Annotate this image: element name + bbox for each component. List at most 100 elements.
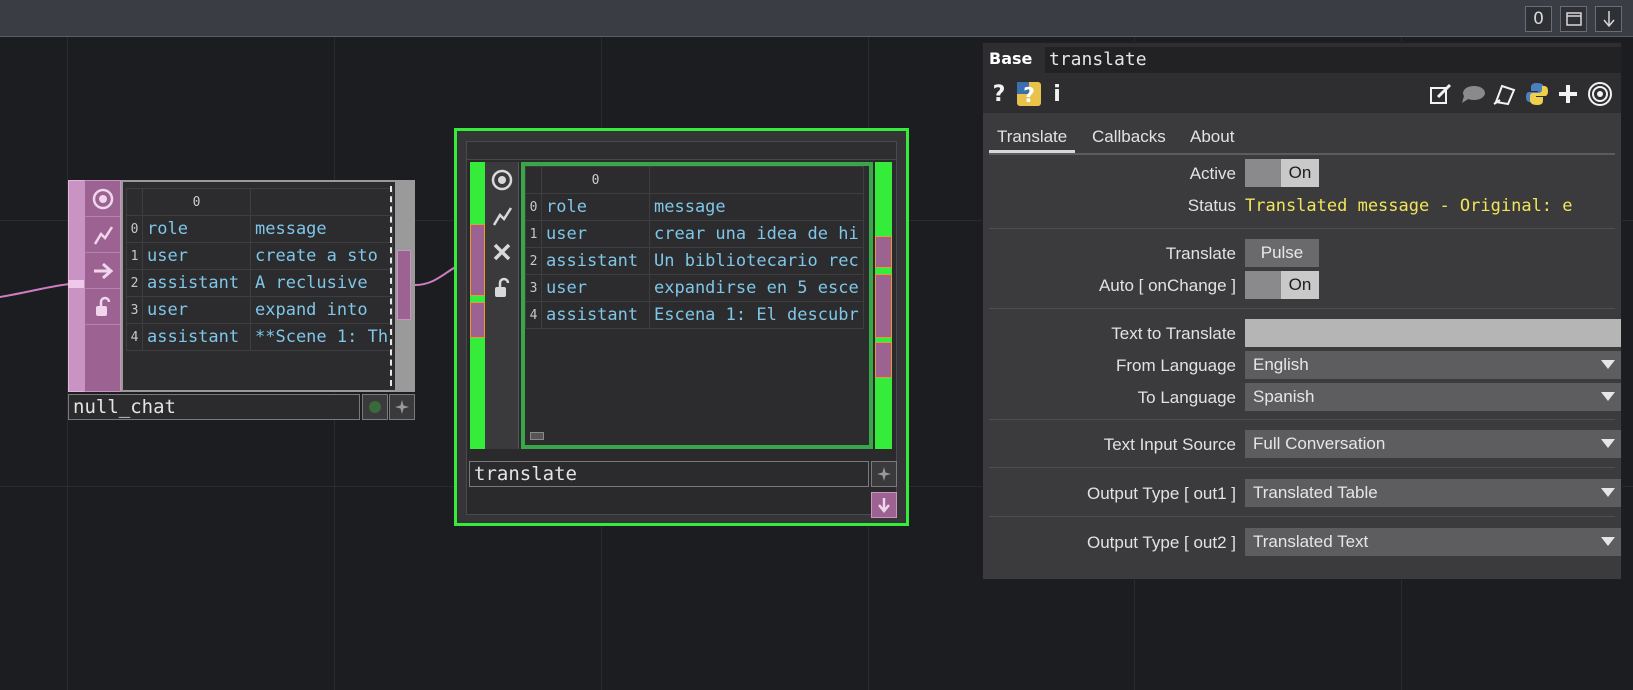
table-row: 2 assistant Un bibliotecario rec — [525, 247, 864, 275]
output-connector-strip[interactable] — [395, 180, 415, 392]
parameter-panel: Base translate ? ? i Translate Callbacks… — [982, 42, 1622, 580]
clone-icon[interactable] — [1491, 79, 1519, 109]
output-type-out2-value: Translated Text — [1253, 532, 1369, 551]
chevron-down-icon — [1601, 360, 1615, 369]
download-icon[interactable] — [871, 492, 897, 518]
corner-cell — [126, 188, 143, 216]
output-type-out1-value: Translated Table — [1253, 483, 1378, 502]
table-row: 0 role message — [525, 193, 864, 221]
table-cell: message — [249, 215, 394, 243]
translate-node-body: 0 0 role message 1 user crear una idea de hi… — [466, 141, 897, 515]
input-port-2[interactable] — [470, 302, 485, 338]
node-icon-column — [485, 162, 519, 449]
info-icon[interactable]: i — [1049, 79, 1065, 109]
translate-label: Translate — [1165, 244, 1236, 263]
active-value: On — [1281, 159, 1319, 187]
status-dot-icon[interactable] — [362, 394, 388, 420]
row-index: 1 — [126, 242, 143, 270]
add-icon[interactable] — [1555, 79, 1581, 109]
table-cell: assistant — [541, 301, 650, 329]
output-port-3[interactable] — [875, 342, 892, 378]
tab-about[interactable]: About — [1182, 121, 1242, 153]
table-header-row: 0 — [126, 188, 394, 216]
section-divider — [989, 228, 1615, 229]
python-icon[interactable] — [1523, 79, 1551, 109]
null-chat-name-field[interactable]: null_chat — [68, 394, 360, 420]
network-editor[interactable]: 0 0 0 role message 1 user create a sto 2… — [0, 0, 1633, 690]
lock-icon[interactable] — [85, 289, 120, 325]
cook-icon[interactable] — [485, 198, 518, 234]
display-arrow-icon[interactable] — [85, 253, 120, 289]
auto-onchange-toggle[interactable]: On — [1245, 271, 1319, 299]
text-to-translate-field[interactable] — [1245, 319, 1621, 347]
python-help-icon[interactable]: ? — [1015, 79, 1043, 109]
to-language-value: Spanish — [1253, 387, 1315, 406]
translate-pulse-button[interactable]: Pulse — [1245, 239, 1319, 267]
table-row: 0 role message — [126, 215, 394, 243]
corner-cell — [525, 166, 542, 194]
from-language-label: From Language — [1115, 356, 1236, 375]
table-cell: assistant — [142, 323, 251, 351]
help-icon[interactable]: ? — [989, 79, 1009, 109]
node-icon-column — [84, 180, 121, 392]
cook-icon[interactable] — [85, 217, 120, 253]
active-toggle[interactable]: On — [1245, 159, 1319, 187]
table-header-row: 0 — [525, 166, 864, 194]
translate-name-field[interactable]: translate — [469, 461, 869, 487]
to-language-select[interactable]: Spanish — [1245, 383, 1621, 411]
table-row: 4 assistant Escena 1: El descubr — [525, 301, 864, 329]
row-index: 2 — [525, 247, 542, 275]
text-input-source-value: Full Conversation — [1253, 434, 1386, 453]
text-input-source-select[interactable]: Full Conversation — [1245, 430, 1621, 458]
svg-text:?: ? — [1023, 83, 1035, 107]
text-input-source-label: Text Input Source — [1103, 435, 1236, 454]
tab-callbacks[interactable]: Callbacks — [1084, 121, 1174, 153]
section-divider — [989, 308, 1615, 309]
target-icon[interactable] — [1586, 79, 1614, 109]
table-cell: crear una idea de hi — [649, 220, 864, 248]
output-port-2[interactable] — [875, 274, 892, 338]
table-cell: Escena 1: El descubr — [649, 301, 864, 329]
parameter-tabs: Translate Callbacks About — [989, 121, 1615, 155]
status-label: Status — [1187, 196, 1236, 215]
comment-icon[interactable] — [1459, 79, 1487, 109]
empty-cell — [85, 325, 120, 361]
node-top-strip — [467, 142, 896, 160]
output-port[interactable] — [397, 250, 411, 320]
output-port[interactable] — [875, 236, 892, 268]
auto-onchange-label: Auto [ onChange ] — [1098, 276, 1236, 295]
input-port[interactable] — [68, 280, 84, 288]
null-chat-node[interactable]: 0 0 role message 1 user create a sto 2 assist… — [68, 180, 415, 392]
table-cell: **Scene 1: Th — [249, 323, 394, 351]
from-language-value: English — [1253, 355, 1309, 374]
sparkle-icon[interactable] — [389, 394, 415, 420]
row-index: 4 — [525, 301, 542, 329]
close-icon[interactable] — [485, 234, 518, 270]
scrollbar-handle[interactable] — [530, 432, 544, 440]
viewer-toggle-icon[interactable] — [85, 181, 120, 217]
table-cell: user — [142, 296, 251, 324]
operator-name-field[interactable]: translate — [1045, 47, 1621, 73]
viewer-toggle-icon[interactable] — [485, 162, 518, 198]
table-cell: user — [541, 274, 650, 302]
output-type-out1-select[interactable]: Translated Table — [1245, 479, 1621, 507]
sparkle-icon[interactable] — [871, 461, 897, 487]
tab-translate[interactable]: Translate — [989, 121, 1076, 153]
table-cell: assistant — [541, 247, 650, 275]
table-cell: message — [649, 193, 864, 221]
input-port[interactable] — [470, 224, 485, 296]
row-index: 0 — [525, 193, 542, 221]
lock-icon[interactable] — [485, 270, 518, 306]
from-language-select[interactable]: English — [1245, 351, 1621, 379]
edit-icon[interactable] — [1427, 79, 1455, 109]
table-row: 2 assistant A reclusive — [126, 269, 394, 297]
table-cell: expand into — [249, 296, 394, 324]
chevron-down-icon — [1601, 439, 1615, 448]
output-type-out2-select[interactable]: Translated Text — [1245, 528, 1621, 556]
operator-family-label: Base — [989, 49, 1033, 68]
column-header: 0 — [142, 188, 251, 216]
active-label: Active — [1189, 164, 1236, 183]
output-type-out2-label: Output Type [ out2 ] — [1086, 533, 1236, 552]
translate-node[interactable]: 0 0 role message 1 user crear una idea de hi… — [454, 128, 909, 526]
translate-table: 0 0 role message 1 user crear una idea de hi… — [525, 166, 864, 329]
